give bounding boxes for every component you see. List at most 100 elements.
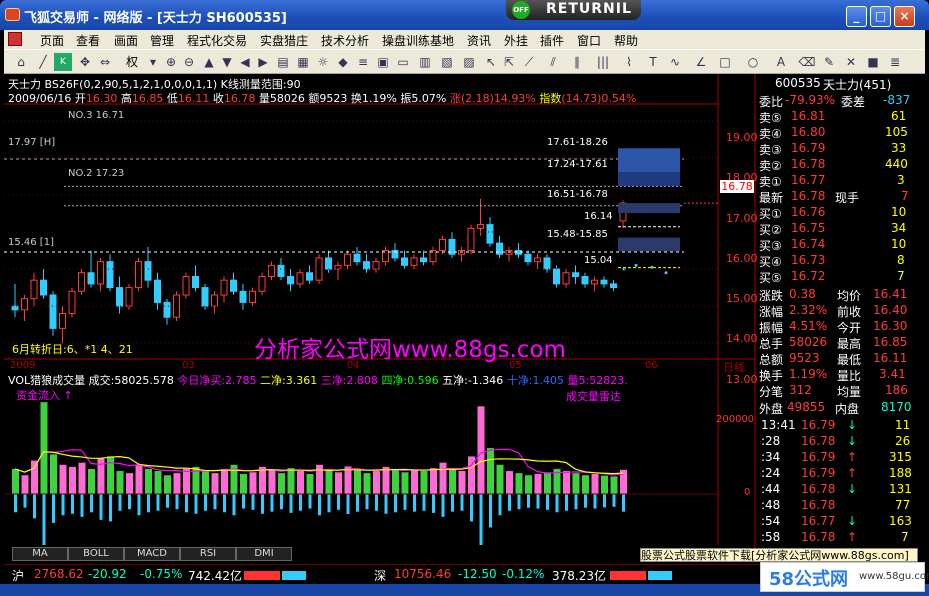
- volume-bar: [515, 473, 523, 494]
- pencil-icon[interactable]: ✎: [820, 53, 838, 71]
- select-icon[interactable]: ↖: [482, 53, 500, 71]
- volume-bar: [154, 471, 162, 494]
- flow-bar: [479, 494, 483, 548]
- alarm-icon[interactable]: ☼: [314, 53, 332, 71]
- color-icon[interactable]: ■: [864, 53, 882, 71]
- menu-hunt[interactable]: 实盘猎庄: [260, 32, 308, 49]
- circle-icon[interactable]: ○: [744, 53, 762, 71]
- zoom-in-icon[interactable]: ⊕: [162, 53, 180, 71]
- site-watermark: 58公式网 www.58gu.com: [760, 562, 929, 592]
- volume-bar: [145, 468, 152, 494]
- flow-bar: [194, 494, 198, 514]
- font-icon[interactable]: A: [772, 53, 790, 71]
- up-icon[interactable]: ▲: [200, 53, 218, 71]
- table-icon[interactable]: ▨: [460, 53, 478, 71]
- rect-icon[interactable]: □: [716, 53, 734, 71]
- flow-bar: [52, 494, 55, 523]
- wave-icon[interactable]: ∿: [666, 53, 684, 71]
- sh-amount: 742.42亿: [188, 569, 242, 583]
- chart-icon[interactable]: ▤: [274, 53, 292, 71]
- gann-icon[interactable]: |||: [594, 53, 612, 71]
- tab-macd[interactable]: MACD: [124, 547, 180, 561]
- f10-icon[interactable]: ▥: [416, 53, 434, 71]
- flow-bar: [251, 494, 255, 510]
- candle-body: [192, 275, 199, 289]
- tick-row-cell: 13:41: [761, 418, 796, 432]
- volume-bar: [449, 469, 456, 494]
- stat-row: 总额 9523 最低 16.11: [755, 351, 925, 367]
- menu-plugin-ext[interactable]: 外挂: [504, 32, 528, 49]
- draw-line-icon[interactable]: ⟋: [520, 53, 538, 71]
- sell-row-cell: 61: [891, 109, 907, 123]
- menu-page[interactable]: 页面: [40, 32, 64, 49]
- candle-body: [144, 261, 152, 281]
- flow-bar: [536, 494, 540, 509]
- move-icon[interactable]: ✥: [76, 53, 94, 71]
- eraser-icon[interactable]: ⌫: [798, 53, 816, 71]
- doc-icon[interactable]: [8, 32, 22, 46]
- home-icon[interactable]: ⌂: [12, 53, 30, 71]
- candle-body: [116, 287, 123, 307]
- candle-body: [296, 272, 304, 285]
- volume-bar: [278, 473, 285, 494]
- tick-row-cell: :58: [761, 530, 781, 544]
- left-icon[interactable]: ◀: [236, 53, 254, 71]
- angle-icon[interactable]: ∠: [692, 53, 710, 71]
- report-icon[interactable]: ▦: [294, 53, 312, 71]
- stats-icon[interactable]: ▧: [438, 53, 456, 71]
- tab-ma[interactable]: MA: [12, 547, 68, 561]
- tick-row: :54 16.77 ↓ 163: [755, 514, 925, 530]
- returnil-badge[interactable]: OFF RETURNIL: [506, 0, 641, 20]
- pointer-icon[interactable]: ⇱: [500, 53, 518, 71]
- dropdown-icon[interactable]: ▾: [144, 53, 162, 71]
- tick-row: 13:41 16.79 ↓ 11: [755, 418, 925, 434]
- window-icon[interactable]: ▭: [394, 53, 412, 71]
- chart-area[interactable]: 天士力 BS26F(0,2,90,5,1,2,1,0,0,0,1,1) K线测量…: [4, 74, 925, 564]
- zoom-out-icon[interactable]: ⊖: [180, 53, 198, 71]
- channel-icon[interactable]: ⫽: [544, 53, 562, 71]
- tag-icon[interactable]: ◆: [334, 53, 352, 71]
- candle-body: [524, 253, 532, 263]
- menu-help[interactable]: 帮助: [614, 32, 638, 49]
- list-icon[interactable]: ≡: [354, 53, 372, 71]
- tab-boll[interactable]: BOLL: [68, 547, 124, 561]
- menu-plugins[interactable]: 插件: [540, 32, 564, 49]
- down-icon[interactable]: ▼: [218, 53, 236, 71]
- minimize-button[interactable]: _: [846, 6, 867, 27]
- right-icon[interactable]: ▶: [254, 53, 272, 71]
- menu-manage[interactable]: 管理: [150, 32, 174, 49]
- shj-value: 十净:1.405: [506, 374, 565, 387]
- tab-rsi[interactable]: RSI: [180, 547, 236, 561]
- wj-value: 五净:-1.346: [442, 374, 504, 387]
- stat-row-cell: 最高: [837, 337, 862, 351]
- menu-info[interactable]: 资讯: [467, 32, 491, 49]
- menu-technical[interactable]: 技术分析: [321, 32, 369, 49]
- buy-row-cell: 16.74: [791, 237, 826, 251]
- ad-banner[interactable]: 股票公式股票软件下载[分析家公式网www.88gs.com]: [640, 548, 918, 562]
- rights-button[interactable]: 权: [120, 53, 144, 71]
- maximize-button[interactable]: □: [870, 6, 891, 27]
- menu-view[interactable]: 查看: [76, 32, 100, 49]
- text-icon[interactable]: T: [644, 53, 662, 71]
- volume-bar: [506, 471, 513, 494]
- menu-program-trade[interactable]: 程式化交易: [187, 32, 247, 49]
- close-button[interactable]: ×: [894, 6, 915, 27]
- menu-window[interactable]: 窗口: [577, 32, 601, 49]
- candle-body: [211, 294, 218, 307]
- line-chart-icon[interactable]: ╱: [34, 53, 52, 71]
- style-icon[interactable]: ≣: [886, 53, 904, 71]
- parallel-icon[interactable]: ∥: [568, 53, 586, 71]
- sh-change: -20.92: [88, 567, 127, 581]
- tab-dmi[interactable]: DMI: [236, 547, 292, 561]
- delete-icon[interactable]: ✕: [842, 53, 860, 71]
- title-bar[interactable]: 飞狐交易师 - 网络版 - [天士力 SH600535] OFF RETURNI…: [0, 0, 929, 30]
- menu-screen[interactable]: 画面: [114, 32, 138, 49]
- volume-bar: [211, 473, 219, 494]
- arrows-icon[interactable]: ⇔: [96, 53, 114, 71]
- fibo-icon[interactable]: ⌇: [620, 53, 638, 71]
- sell-row-cell: 卖①: [759, 175, 782, 189]
- volume-bar: [344, 466, 352, 494]
- menu-training[interactable]: 操盘训练基地: [382, 32, 454, 49]
- grid-icon[interactable]: ▣: [374, 53, 392, 71]
- kline-icon[interactable]: K: [54, 53, 72, 71]
